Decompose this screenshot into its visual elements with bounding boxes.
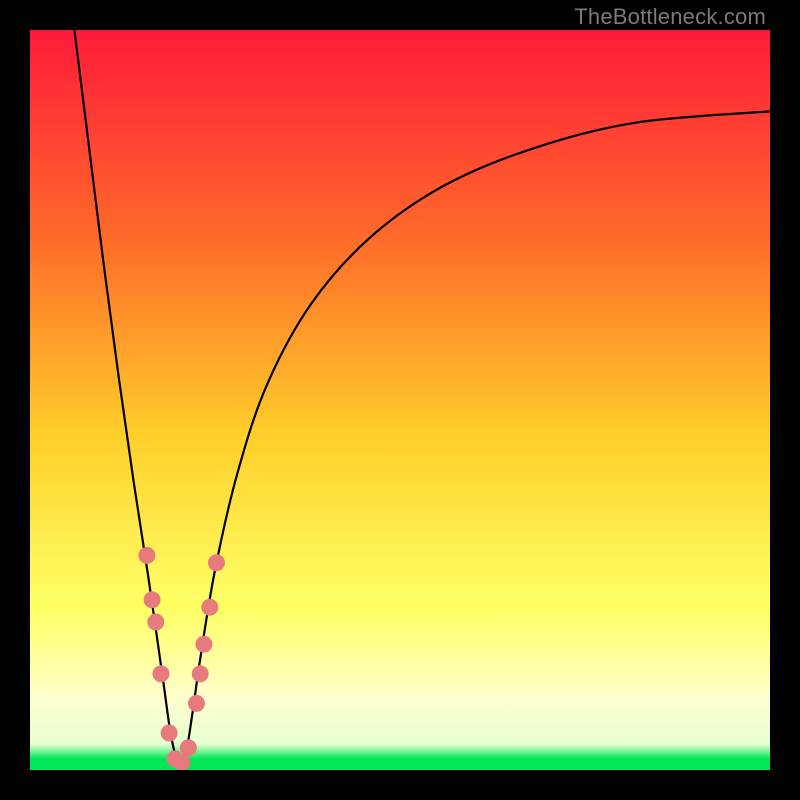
data-dot xyxy=(195,636,212,653)
data-dot xyxy=(192,665,209,682)
data-dot xyxy=(208,554,225,571)
watermark-text: TheBottleneck.com xyxy=(574,4,766,30)
data-dot xyxy=(144,591,161,608)
data-dot xyxy=(152,665,169,682)
plot-area xyxy=(30,30,770,770)
data-dot xyxy=(147,614,164,631)
chart-frame: TheBottleneck.com xyxy=(0,0,800,800)
data-dots xyxy=(30,30,770,770)
data-dot xyxy=(161,725,178,742)
data-dot xyxy=(201,599,218,616)
data-dot xyxy=(188,695,205,712)
data-dot xyxy=(180,739,197,756)
data-dot xyxy=(138,547,155,564)
